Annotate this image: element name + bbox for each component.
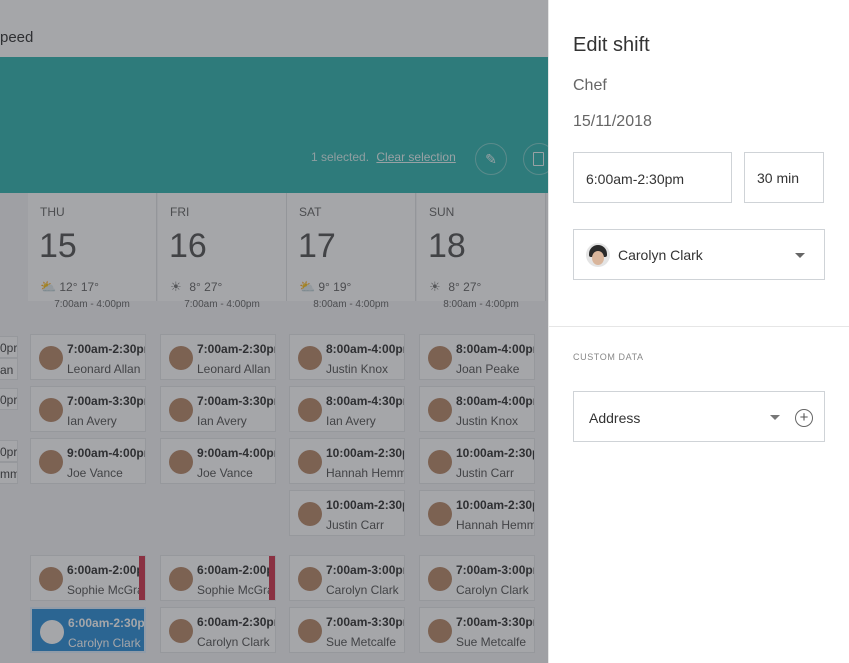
address-select[interactable]: Address + bbox=[573, 391, 825, 442]
schedule-background: peed 1 selected. Clear selection ✎ 0pr an… bbox=[0, 0, 548, 663]
employee-avatar bbox=[586, 243, 610, 267]
address-label: Address bbox=[589, 410, 641, 426]
shift-role: Chef bbox=[573, 77, 607, 94]
modal-overlay[interactable] bbox=[0, 0, 548, 663]
panel-title: Edit shift bbox=[573, 34, 650, 56]
chevron-down-icon bbox=[795, 253, 805, 258]
break-duration-field[interactable]: 30 min bbox=[744, 152, 824, 203]
custom-data-heading: CUSTOM DATA bbox=[573, 352, 644, 362]
chevron-down-icon bbox=[770, 415, 780, 420]
shift-date: 15/11/2018 bbox=[573, 113, 652, 130]
employee-name: Carolyn Clark bbox=[618, 247, 703, 263]
edit-shift-panel: Edit shift Chef 15/11/2018 6:00am-2:30pm… bbox=[548, 0, 849, 663]
shift-time-field[interactable]: 6:00am-2:30pm bbox=[573, 152, 732, 203]
divider bbox=[549, 326, 849, 327]
employee-select[interactable]: Carolyn Clark bbox=[573, 229, 825, 280]
add-circle-icon[interactable]: + bbox=[795, 409, 813, 427]
